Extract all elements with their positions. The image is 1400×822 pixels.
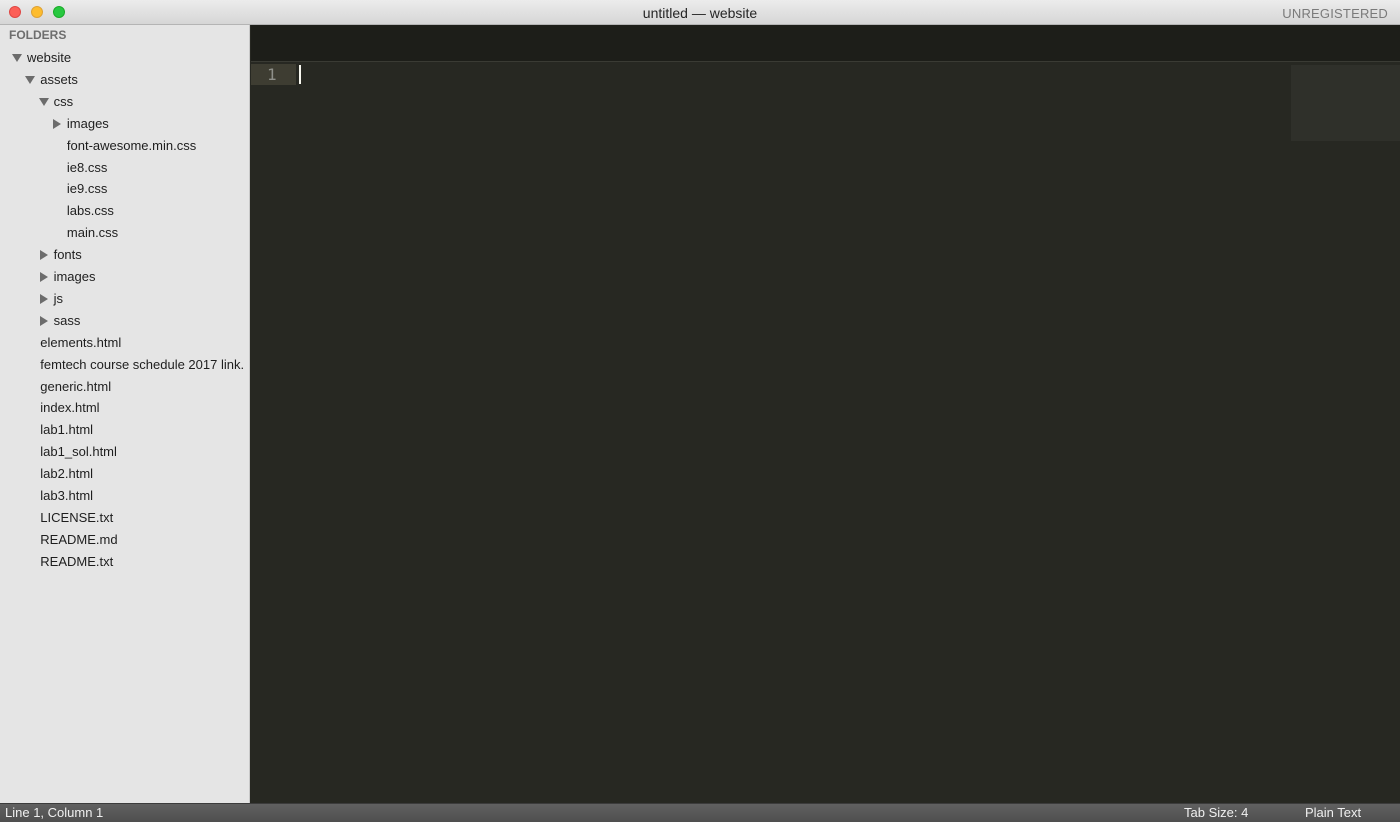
folders-header: FOLDERS	[9, 28, 67, 42]
license-status: UNREGISTERED	[1282, 6, 1388, 21]
tree-item-label: lab2.html	[40, 466, 94, 482]
tree-item-label: LICENSE.txt	[40, 509, 114, 525]
tree-item-label: index.html	[40, 400, 100, 416]
tab-bar[interactable]	[251, 25, 1400, 62]
sidebar: FOLDERS website assets css images font-aweso…	[0, 25, 250, 803]
syntax-selector[interactable]: Plain Text	[1305, 804, 1361, 822]
disclosure-expanded-icon[interactable]	[12, 54, 22, 62]
tree-item[interactable]: lab2.html	[0, 463, 249, 485]
tree-item[interactable]: ie9.css	[0, 178, 249, 200]
tree-item[interactable]: assets	[0, 69, 249, 91]
text-cursor	[299, 65, 301, 84]
tree-item[interactable]: sass	[0, 310, 249, 332]
disclosure-collapsed-icon[interactable]	[39, 315, 48, 326]
title-bar[interactable]: untitled — website UNREGISTERED	[0, 0, 1400, 25]
line-number: 1	[267, 65, 277, 84]
tree-item-label: README.md	[40, 531, 118, 547]
editor-window: untitled — website UNREGISTERED FOLDERS …	[0, 0, 1400, 822]
tree-item[interactable]: images	[0, 266, 249, 288]
tree-item[interactable]: elements.html	[0, 332, 249, 354]
tab-size-selector[interactable]: Tab Size: 4	[1184, 804, 1248, 822]
tree-item[interactable]: LICENSE.txt	[0, 507, 249, 529]
tree-item[interactable]: lab1.html	[0, 419, 249, 441]
editor-area[interactable]: 1	[251, 62, 1400, 803]
tree-item-label: elements.html	[40, 334, 122, 350]
tree-item-label: fonts	[53, 247, 82, 263]
tree-item[interactable]: fonts	[0, 244, 249, 266]
tree-item-label: sass	[53, 312, 81, 328]
disclosure-expanded-icon[interactable]	[38, 97, 49, 106]
window-title: untitled — website	[642, 5, 758, 21]
tree-item-label: femtech course schedule 2017 link.	[40, 356, 245, 372]
tree-item[interactable]: css	[0, 91, 249, 113]
disclosure-expanded-icon[interactable]	[25, 75, 36, 84]
tree-item-label: images	[53, 269, 96, 284]
tree-item[interactable]: ie8.css	[0, 157, 249, 179]
tree-item[interactable]: main.css	[0, 222, 249, 244]
tree-item-label: css	[53, 93, 74, 109]
tree-item[interactable]: font-awesome.min.css	[0, 135, 249, 157]
disclosure-collapsed-icon[interactable]	[39, 250, 48, 261]
tree-item-label: ie8.css	[66, 159, 108, 175]
tree-item-label: README.txt	[40, 553, 114, 569]
disclosure-collapsed-icon[interactable]	[39, 272, 48, 282]
tree-item[interactable]: lab3.html	[0, 485, 249, 507]
tree-item-label: main.css	[66, 225, 119, 241]
tree-item-label: lab3.html	[40, 488, 94, 503]
tree-item[interactable]: generic.html	[0, 376, 249, 398]
tree-item-label: font-awesome.min.css	[66, 137, 197, 153]
disclosure-collapsed-icon[interactable]	[52, 118, 61, 129]
tree-item[interactable]: README.md	[0, 529, 249, 551]
minimap[interactable]	[1291, 65, 1400, 141]
status-bar: Line 1, Column 1 Tab Size: 4 Plain Text	[0, 803, 1400, 822]
tree-item-label: lab1.html	[40, 422, 94, 438]
tree-item-label: website	[27, 50, 72, 65]
tree-item-label: ie9.css	[66, 181, 108, 197]
cursor-position: Line 1, Column 1	[5, 805, 104, 820]
tree-item-label: lab1_sol.html	[40, 444, 117, 460]
tree-item[interactable]: femtech course schedule 2017 link.	[0, 354, 249, 376]
tree-item-label: images	[66, 115, 109, 131]
tree-item-label: generic.html	[40, 378, 112, 394]
tree-item[interactable]: website	[0, 47, 249, 69]
disclosure-collapsed-icon[interactable]	[39, 293, 48, 304]
tree-item[interactable]: images	[0, 113, 249, 135]
tree-item[interactable]: labs.css	[0, 200, 249, 222]
tree-item-label: labs.css	[66, 203, 114, 219]
tree-item[interactable]: README.txt	[0, 551, 249, 573]
tree-item-label: js	[53, 290, 63, 306]
tree-item[interactable]: index.html	[0, 397, 249, 419]
tree-item[interactable]: js	[0, 288, 249, 310]
tree-item[interactable]: lab1_sol.html	[0, 441, 249, 463]
tree-item-label: assets	[40, 71, 78, 87]
